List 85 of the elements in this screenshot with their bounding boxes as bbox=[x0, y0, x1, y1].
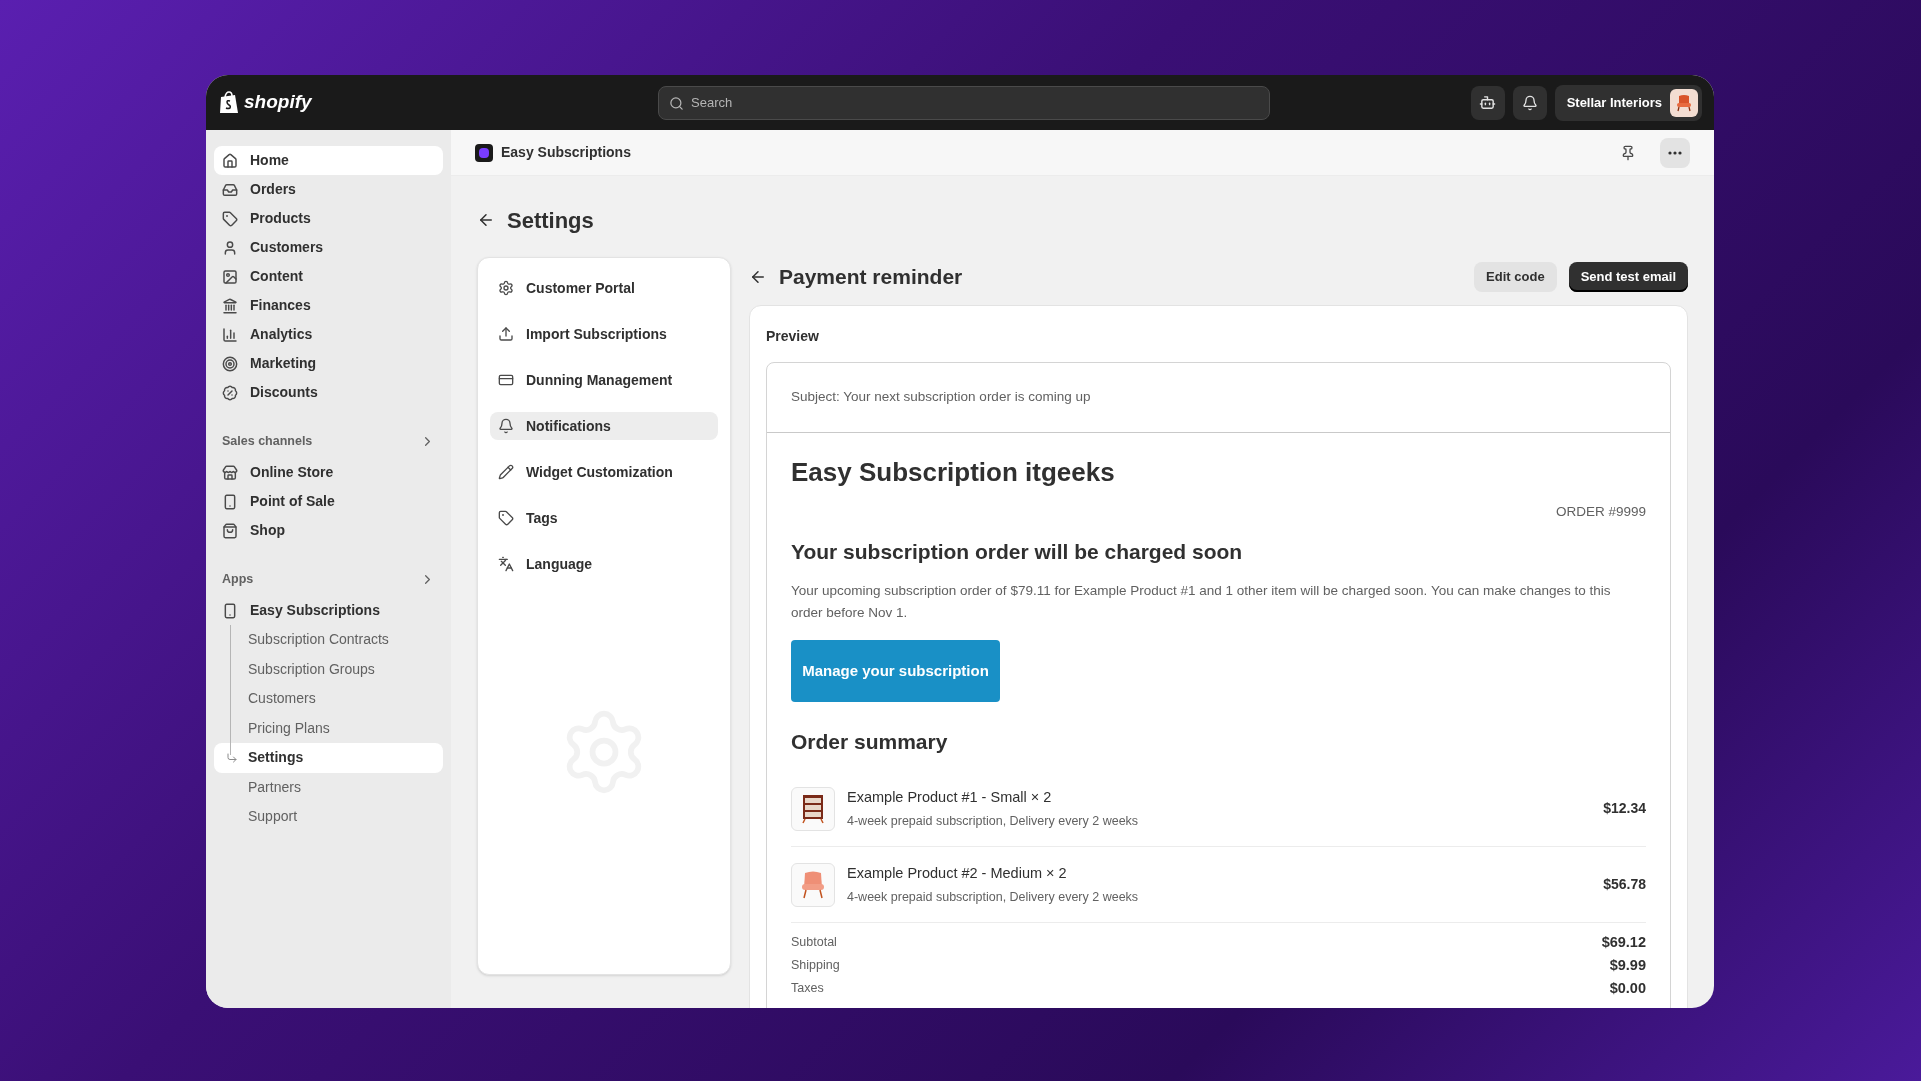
store-name: Easy Subscription itgeeks bbox=[791, 456, 1116, 489]
sidebar-item[interactable]: Products bbox=[214, 204, 443, 233]
sidebar-subitem[interactable]: Subscription Groups bbox=[214, 654, 443, 684]
store-menu-button[interactable]: Stellar Interiors bbox=[1554, 84, 1702, 121]
sidebar-item[interactable]: Point of Sale bbox=[214, 487, 443, 516]
total-value: $9.99 bbox=[1609, 955, 1646, 975]
detail-title: Payment reminder bbox=[779, 264, 963, 291]
manage-subscription-button[interactable]: Manage your subscription bbox=[791, 639, 1000, 702]
total-label: Taxes bbox=[791, 980, 824, 998]
target-icon bbox=[222, 355, 238, 372]
page-title: Settings bbox=[507, 206, 594, 235]
app-logo-icon bbox=[475, 143, 493, 162]
sidebar-subitem[interactable]: Support bbox=[214, 802, 443, 832]
branch-arrow-icon bbox=[226, 751, 238, 764]
more-button[interactable] bbox=[1660, 137, 1690, 168]
tag-icon bbox=[498, 510, 514, 526]
sidebar-item[interactable]: Finances bbox=[214, 291, 443, 320]
sidebar-item[interactable]: Home bbox=[214, 146, 443, 175]
phone-icon bbox=[222, 493, 238, 510]
settings-nav-item[interactable]: Notifications bbox=[490, 412, 718, 440]
shopping-bag-logo-icon bbox=[218, 90, 240, 115]
store-icon bbox=[222, 464, 238, 481]
logo-text: shopify bbox=[244, 90, 312, 115]
preview-label: Preview bbox=[766, 327, 820, 346]
bookshelf-drawing bbox=[800, 793, 826, 824]
sidebar-item[interactable]: Easy Subscriptions bbox=[214, 596, 443, 625]
total-value: $0.00 bbox=[1609, 978, 1646, 998]
tag-icon bbox=[222, 210, 238, 227]
send-test-email-button[interactable]: Send test email bbox=[1568, 262, 1688, 292]
product-price: $12.34 bbox=[1603, 799, 1646, 819]
more-icon bbox=[1668, 150, 1682, 155]
person-icon bbox=[222, 239, 238, 256]
assistant-button[interactable] bbox=[1470, 85, 1505, 120]
bar-chart-icon bbox=[222, 326, 238, 343]
armchair-icon bbox=[1675, 93, 1693, 112]
section-heading: Sales channels bbox=[222, 433, 313, 451]
order-summary-title: Order summary bbox=[791, 728, 949, 755]
upload-icon bbox=[498, 326, 514, 342]
order-number: ORDER #9999 bbox=[1555, 503, 1646, 521]
product-name: Example Product #1 - Small × 2 bbox=[847, 788, 1053, 807]
email-heading: Your subscription order will be charged soon bbox=[791, 539, 1244, 566]
sidebar-item[interactable]: Orders bbox=[214, 175, 443, 204]
email-subject: Subject: Your next subscription order is coming up bbox=[791, 388, 1091, 407]
product-details: 4-week prepaid subscription, Delivery every 2 weeks bbox=[847, 812, 1140, 830]
armchair-drawing bbox=[799, 869, 827, 900]
credit-card-icon bbox=[498, 372, 514, 388]
total-label: Shipping bbox=[791, 957, 840, 975]
sidebar-item[interactable]: Online Store bbox=[214, 458, 443, 487]
app-title: Easy Subscriptions bbox=[501, 143, 631, 162]
language-icon bbox=[498, 556, 514, 572]
product-price: $56.78 bbox=[1603, 875, 1646, 895]
sidebar-item[interactable]: Analytics bbox=[214, 320, 443, 349]
sidebar-subitem[interactable]: Partners bbox=[214, 772, 443, 802]
settings-icon bbox=[498, 280, 514, 296]
bell-icon bbox=[1521, 94, 1538, 111]
total-value: $69.12 bbox=[1601, 932, 1646, 952]
sidebar-subitem[interactable]: Settings bbox=[214, 743, 443, 773]
total-label: Subtotal bbox=[791, 934, 837, 952]
product-details: 4-week prepaid subscription, Delivery every 2 weeks bbox=[847, 888, 1140, 906]
sidebar-item[interactable]: Customers bbox=[214, 233, 443, 262]
pin-icon[interactable] bbox=[1620, 144, 1636, 161]
sidebar-item[interactable]: Content bbox=[214, 262, 443, 291]
notifications-button[interactable] bbox=[1512, 85, 1547, 120]
bell-icon bbox=[498, 418, 514, 434]
sidebar-subitem[interactable]: Pricing Plans bbox=[214, 713, 443, 743]
app-icon bbox=[222, 602, 238, 619]
search-icon bbox=[669, 95, 684, 111]
sidebar-item[interactable]: Marketing bbox=[214, 349, 443, 378]
section-heading: Apps bbox=[222, 571, 254, 589]
product-name: Example Product #2 - Medium × 2 bbox=[847, 864, 1068, 883]
bag-icon bbox=[222, 522, 238, 539]
inbox-icon bbox=[222, 181, 238, 198]
pencil-icon bbox=[498, 464, 514, 480]
home-icon bbox=[222, 152, 238, 169]
email-body: Your upcoming subscription order of $79.11 for Example Product #1 and 1 other item will be charged soon. You can make changes to this order before Nov 1. bbox=[791, 581, 1612, 622]
sidebar-item[interactable]: Discounts bbox=[214, 378, 443, 407]
image-icon bbox=[222, 268, 238, 285]
sidebar-item[interactable]: Shop bbox=[214, 516, 443, 545]
search-field[interactable]: Search bbox=[658, 85, 1270, 120]
robot-icon bbox=[1479, 94, 1497, 111]
bank-icon bbox=[222, 297, 238, 314]
edit-code-button[interactable]: Edit code bbox=[1474, 262, 1557, 292]
sidebar-subitem[interactable]: Customers bbox=[214, 684, 443, 714]
sidebar-subitem[interactable]: Subscription Contracts bbox=[214, 625, 443, 655]
percent-badge-icon bbox=[222, 384, 238, 401]
